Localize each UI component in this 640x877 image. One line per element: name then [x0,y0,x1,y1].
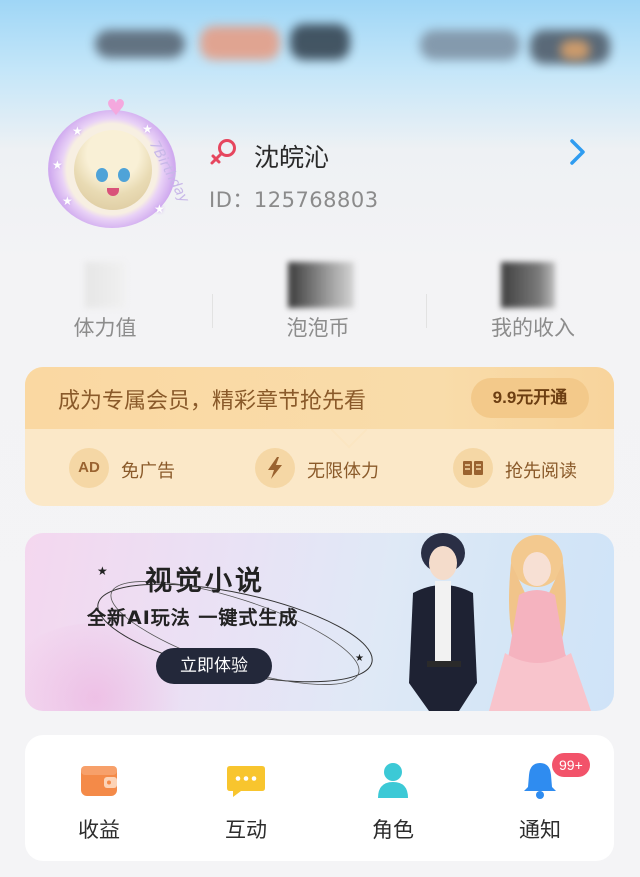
grid-label: 角色 [372,818,414,842]
chevron-right-icon[interactable] [567,137,589,167]
wallet-icon [81,766,117,796]
heart-icon: ♥ [106,96,126,121]
notification-badge: 99+ [552,753,590,777]
banner-subtitle: 全新AI玩法 一键式生成 [87,607,299,629]
female-gender-icon [210,139,236,165]
svg-text:★: ★ [97,564,108,578]
grid-item-notifications[interactable]: 99+ 通知 [480,753,600,844]
avatar-image [74,130,152,210]
stat-label: 我的收入 [491,316,575,340]
try-now-button[interactable]: 立即体验 [156,648,272,684]
grid-item-characters[interactable]: 角色 [333,760,453,844]
grid-label: 收益 [78,818,120,842]
chat-icon [227,766,265,797]
svg-text:★: ★ [355,653,364,664]
book-icon [453,448,493,488]
stat-income[interactable]: 我的收入 [433,250,633,345]
grid-item-earnings[interactable]: 收益 [39,760,159,844]
banner-title: 视觉小说 [145,566,265,597]
grid-item-interaction[interactable]: 互动 [186,760,306,844]
lightning-icon [255,448,295,488]
stat-label: 体力值 [73,316,137,340]
divider [426,294,427,328]
stat-label: 泡泡币 [286,316,350,340]
stat-value-blurred [501,262,555,308]
vip-subscribe-button[interactable]: 9.9元开通 [471,378,589,418]
character-illustration [409,533,591,711]
grid-label: 互动 [225,818,267,842]
vip-title: 成为专属会员，精彩章节抢先看 [58,389,367,414]
function-grid: 收益 互动 角色 99+ 通知 [25,735,614,861]
stat-value-blurred [288,262,354,308]
stat-stamina[interactable]: 体力值 [5,250,205,345]
stats-row: 体力值 泡泡币 我的收入 [0,250,640,345]
perk-label: 抢先阅读 [505,461,577,482]
stat-bubble-coins[interactable]: 泡泡币 [218,250,418,345]
perk-label: 免广告 [121,461,175,482]
avatar[interactable]: ♥ 7Birthday ★ ★ ★ ★ ★ [42,96,192,228]
no-ads-icon: AD [69,448,109,488]
visual-novel-banner[interactable]: ★ ★ 视觉小说 全新AI玩法 一键式生成 立即体验 [25,533,614,711]
divider [212,294,213,328]
blurred-status-area [0,0,640,90]
person-icon [378,763,408,798]
perk-label: 无限体力 [307,461,379,482]
vip-card[interactable]: 成为专属会员，精彩章节抢先看 9.9元开通 AD 免广告 无限体力 抢先阅读 [25,367,614,506]
stat-value-blurred [85,262,125,308]
grid-label: 通知 [519,818,561,842]
username: 沈皖沁 [254,143,330,172]
user-id: ID：125768803 [209,188,379,212]
